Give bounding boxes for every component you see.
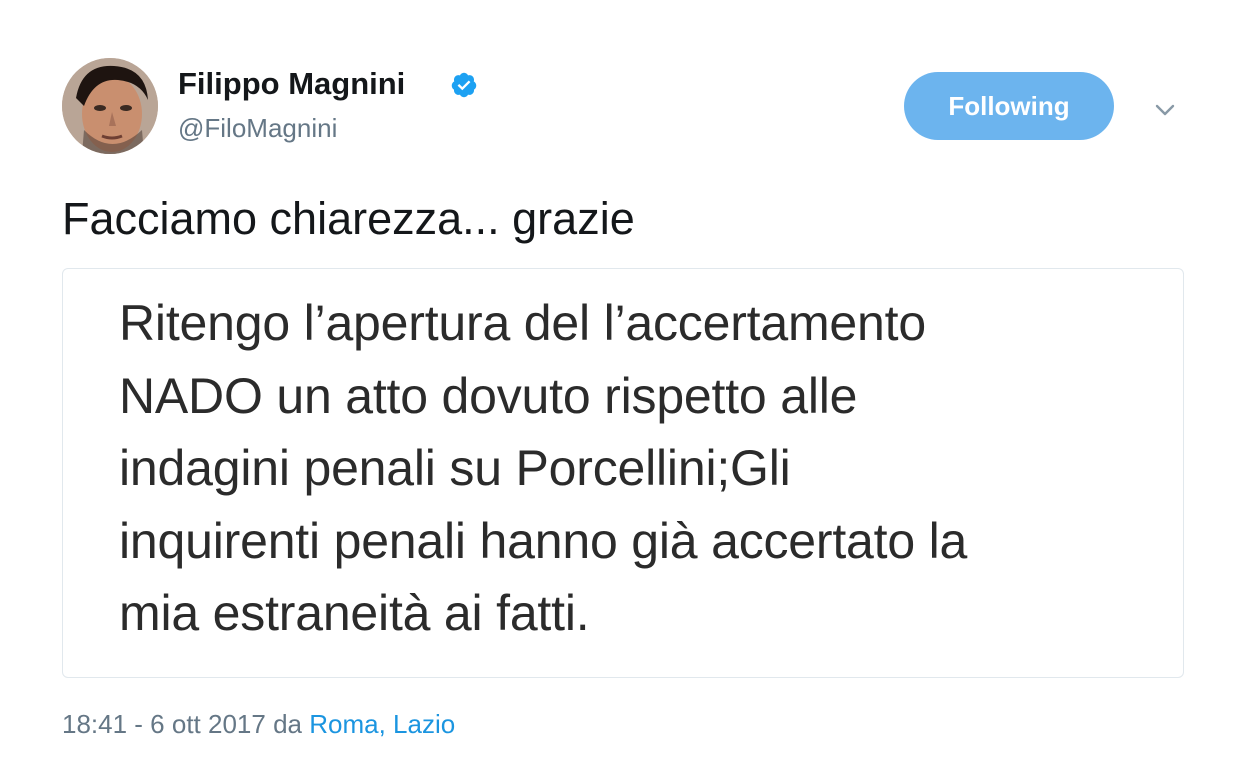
media-image-text: Ritengo l’apertura del l’accertamento NA… [119,295,968,641]
user-handle[interactable]: @FiloMagnini [178,111,337,145]
avatar[interactable] [62,58,158,154]
location-link[interactable]: Roma, Lazio [309,709,455,739]
tweet-metadata: 18:41 - 6 ott 2017 da Roma, Lazio [62,706,455,742]
display-name[interactable]: Filippo Magnini [178,64,405,104]
via-label: da [273,709,302,739]
tweet-card: Filippo Magnini @FiloMagnini Following F… [0,0,1260,768]
tweet-text: Facciamo chiarezza... grazie [62,193,635,244]
timestamp[interactable]: 18:41 - 6 ott 2017 [62,709,266,739]
following-button[interactable]: Following [904,72,1114,140]
avatar-image [62,58,158,154]
chevron-down-icon[interactable] [1150,95,1180,125]
verified-badge-icon [451,72,477,98]
tweet-media-image[interactable]: Ritengo l’apertura del l’accertamento NA… [62,268,1184,678]
